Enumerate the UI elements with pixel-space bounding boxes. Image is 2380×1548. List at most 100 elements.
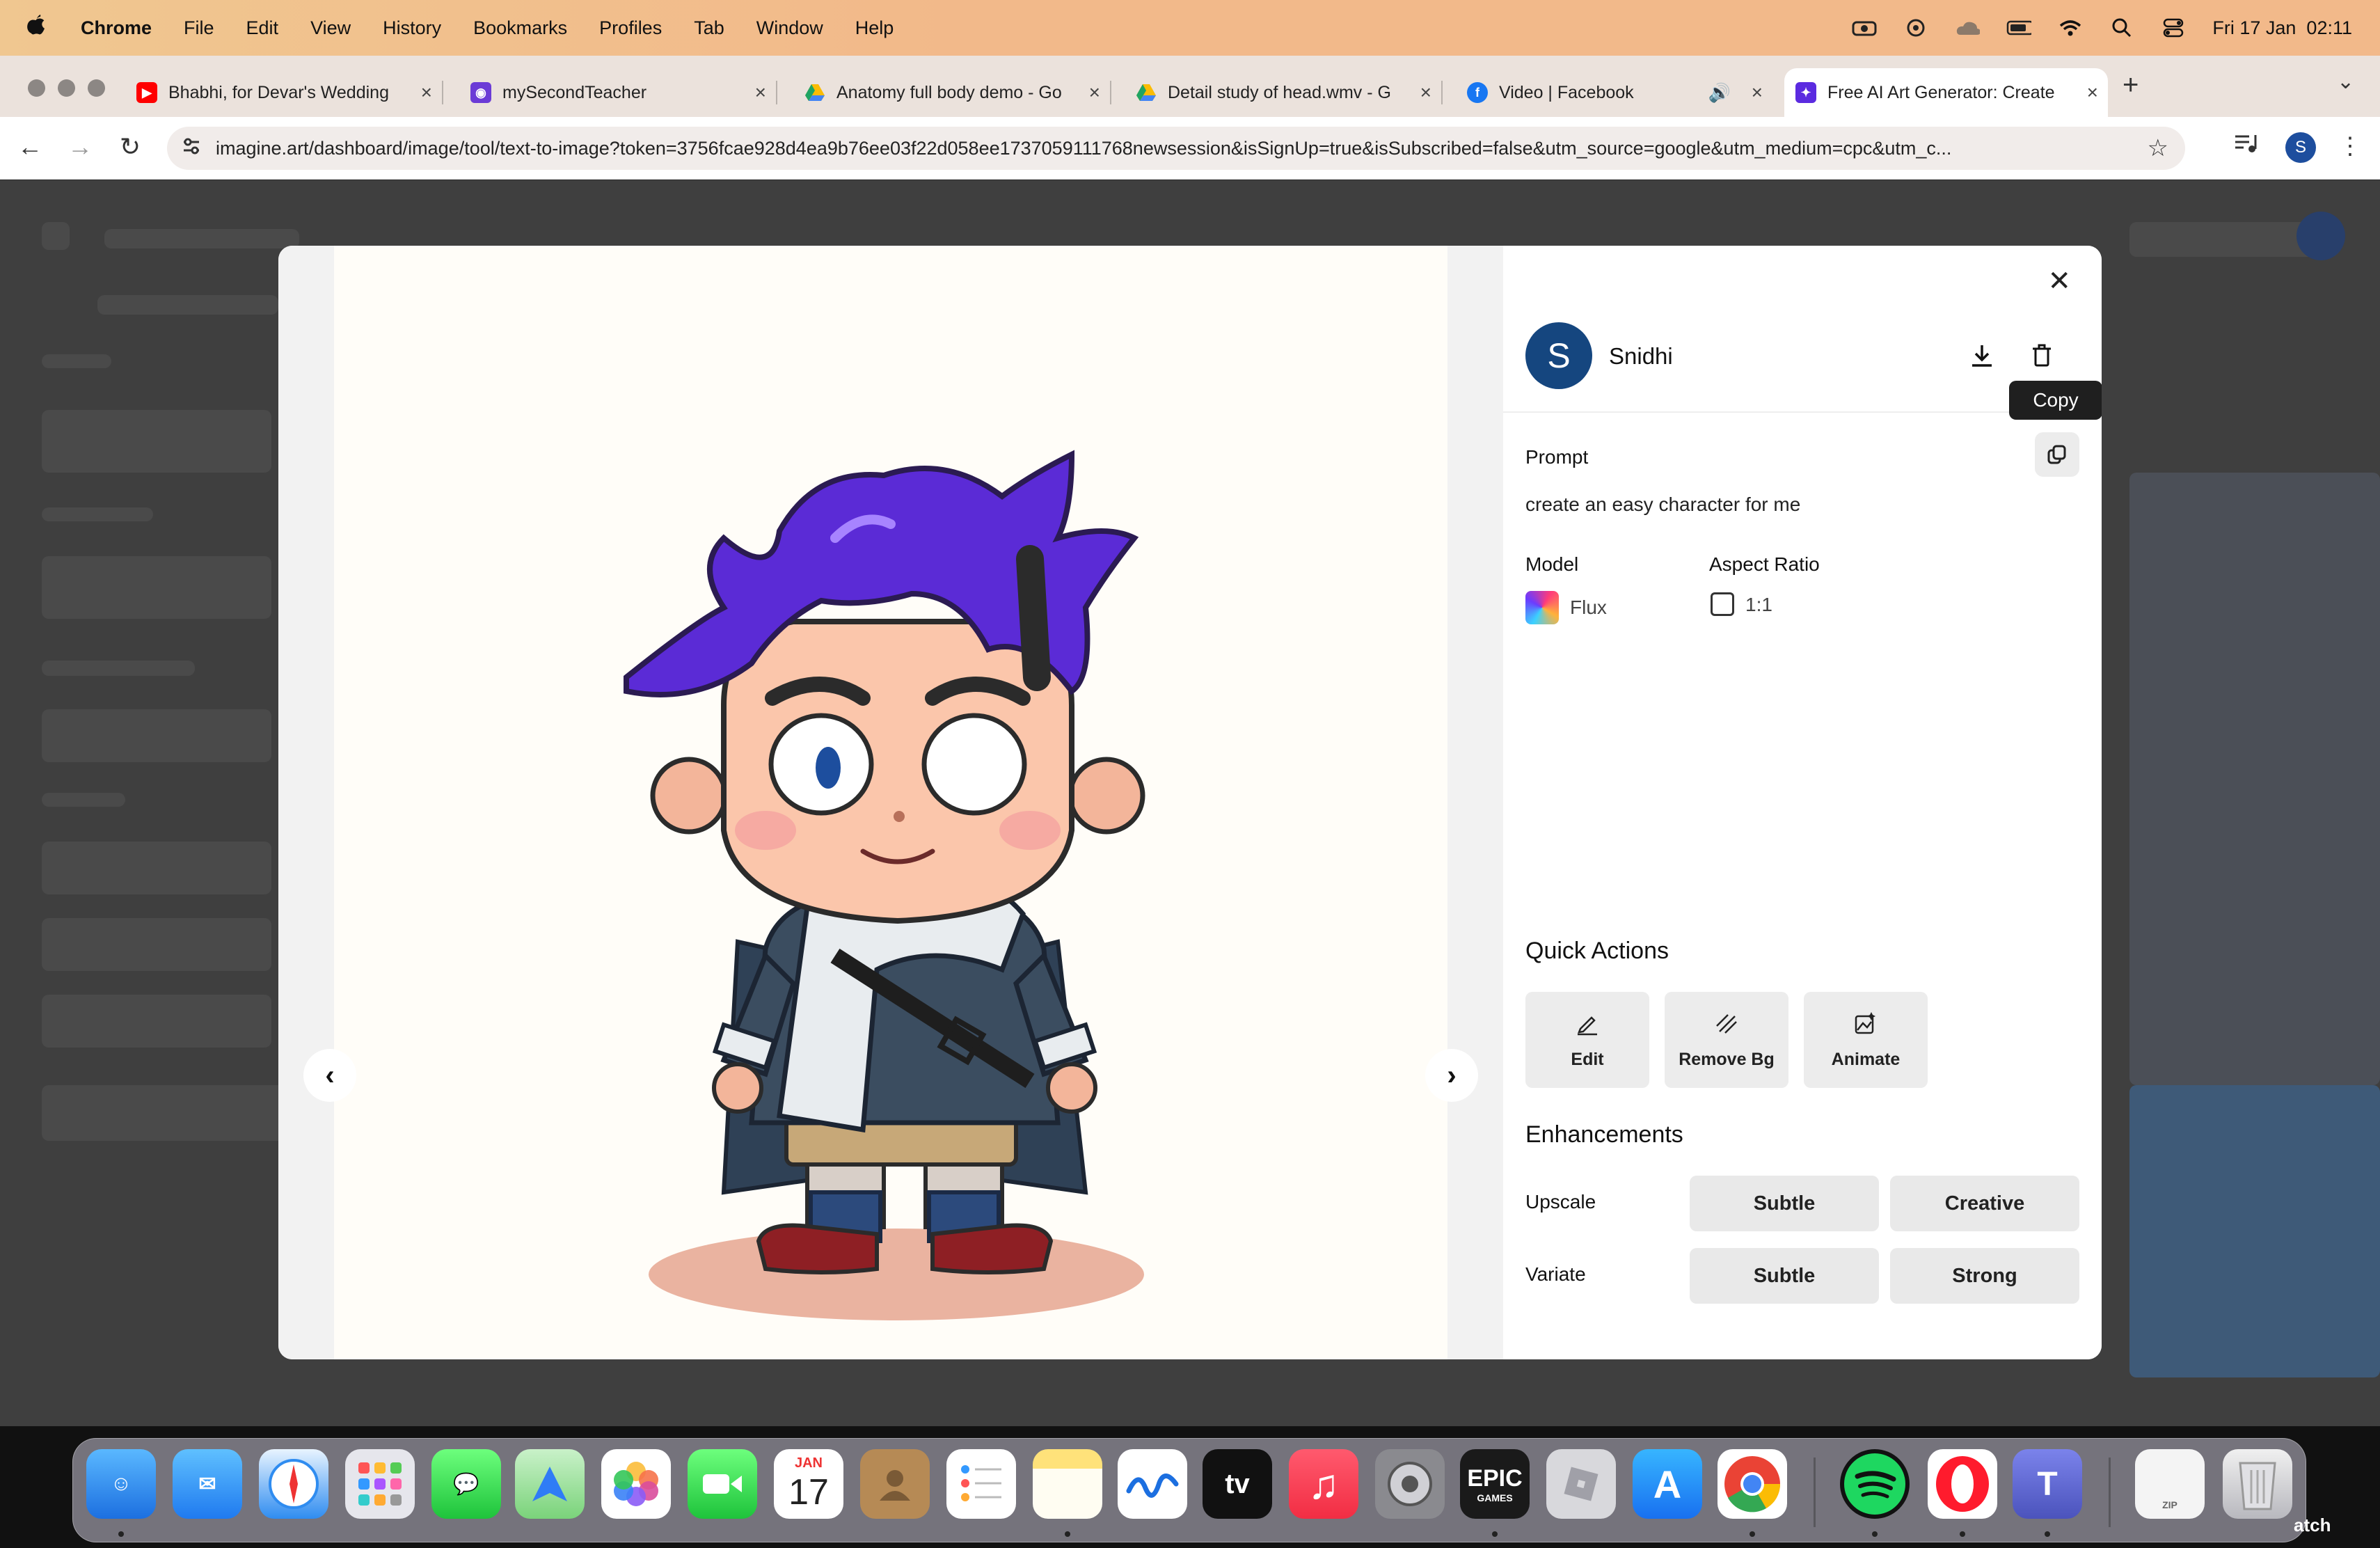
reminders-icon[interactable] xyxy=(946,1449,1016,1519)
reload-icon[interactable]: ↻ xyxy=(114,132,146,161)
menu-edit[interactable]: Edit xyxy=(246,17,279,39)
model-value: Flux xyxy=(1570,597,1607,618)
more-menu-icon[interactable]: ⋮ xyxy=(2338,132,2362,160)
wifi-icon[interactable] xyxy=(2058,17,2083,38)
close-tab-icon[interactable]: × xyxy=(1089,81,1100,104)
creative-cloud-icon[interactable] xyxy=(1903,17,1928,38)
launchpad-icon[interactable] xyxy=(345,1449,415,1519)
running-indicator xyxy=(1065,1531,1070,1537)
close-tab-icon[interactable]: × xyxy=(1420,81,1431,104)
upscale-label: Upscale xyxy=(1525,1191,1596,1213)
tab-mysecondteacher[interactable]: ◉ mySecondTeacher × xyxy=(459,68,777,117)
animate-button[interactable]: Animate xyxy=(1804,992,1928,1088)
media-controls-icon[interactable] xyxy=(2234,132,2259,160)
facetime-icon[interactable] xyxy=(688,1449,757,1519)
menu-view[interactable]: View xyxy=(310,17,351,39)
battery-icon[interactable] xyxy=(2006,17,2032,38)
previous-image-arrow-icon[interactable]: ‹ xyxy=(303,1049,356,1102)
speaker-icon[interactable]: 🔊 xyxy=(1708,82,1731,104)
menu-tab[interactable]: Tab xyxy=(694,17,724,39)
user-name: Snidhi xyxy=(1609,343,1673,369)
edit-button[interactable]: Edit xyxy=(1525,992,1649,1088)
remove-bg-button[interactable]: Remove Bg xyxy=(1665,992,1788,1088)
download-icon[interactable] xyxy=(1967,340,1997,371)
mail-icon[interactable]: ✉ xyxy=(173,1449,242,1519)
new-tab-button[interactable]: + xyxy=(2123,70,2139,101)
close-window-button[interactable] xyxy=(28,79,45,97)
teams-icon[interactable]: T xyxy=(2013,1449,2082,1519)
generated-image[interactable] xyxy=(334,246,1447,1359)
next-image-arrow-icon[interactable]: › xyxy=(1425,1049,1478,1102)
address-bar[interactable]: imagine.art/dashboard/image/tool/text-to… xyxy=(167,127,2185,170)
image-details-panel: ✕ S Snidhi Copy Prompt create an easy ch… xyxy=(1503,246,2102,1359)
menu-file[interactable]: File xyxy=(184,17,214,39)
close-tab-icon[interactable]: × xyxy=(755,81,766,104)
tab-search-chevron-icon[interactable]: ⌄ xyxy=(2337,70,2354,94)
opera-icon[interactable] xyxy=(1928,1449,1997,1519)
zoom-window-button[interactable] xyxy=(88,79,105,97)
remove-bg-label: Remove Bg xyxy=(1679,1049,1775,1069)
menu-bookmarks[interactable]: Bookmarks xyxy=(473,17,567,39)
back-arrow-icon[interactable]: ← xyxy=(14,132,46,161)
menu-clock[interactable]: Fri 17 Jan 02:11 xyxy=(2212,17,2352,39)
close-tab-icon[interactable]: × xyxy=(2087,81,2098,104)
music-icon[interactable]: ♫ xyxy=(1289,1449,1358,1519)
upscale-subtle-button[interactable]: Subtle xyxy=(1690,1176,1879,1231)
tab-youtube[interactable]: ▶ Bhabhi, for Devar's Wedding × xyxy=(125,68,443,117)
roblox-icon[interactable] xyxy=(1546,1449,1616,1519)
variate-subtle-button[interactable]: Subtle xyxy=(1690,1248,1879,1304)
tab-facebook[interactable]: f Video | Facebook 🔊 × xyxy=(1456,68,1772,117)
notes-icon[interactable] xyxy=(1033,1449,1102,1519)
bookmark-star-icon[interactable]: ☆ xyxy=(2148,134,2168,162)
copy-prompt-button[interactable] xyxy=(2035,432,2079,477)
apple-tv-icon[interactable]: tv xyxy=(1203,1449,1272,1519)
menu-history[interactable]: History xyxy=(383,17,441,39)
delete-trash-icon[interactable] xyxy=(2026,340,2057,371)
profile-avatar[interactable]: S xyxy=(2285,132,2316,163)
extension-status-icon[interactable] xyxy=(1852,17,1877,38)
tab-imagine-art[interactable]: ✦ Free AI Art Generator: Create × xyxy=(1784,68,2108,117)
minimize-window-button[interactable] xyxy=(58,79,75,97)
freeform-icon[interactable] xyxy=(1118,1449,1187,1519)
spotify-icon[interactable] xyxy=(1840,1449,1910,1519)
upscale-creative-button[interactable]: Creative xyxy=(1890,1176,2079,1231)
chrome-icon[interactable] xyxy=(1717,1449,1787,1519)
variate-strong-button[interactable]: Strong xyxy=(1890,1248,2079,1304)
url-text[interactable]: imagine.art/dashboard/image/tool/text-to… xyxy=(216,138,2150,159)
tab-strip: ▶ Bhabhi, for Devar's Wedding × ◉ mySeco… xyxy=(0,56,2380,117)
close-modal-icon[interactable]: ✕ xyxy=(2047,265,2071,297)
copy-tooltip: Copy xyxy=(2009,381,2102,420)
spotlight-search-icon[interactable] xyxy=(2109,17,2134,38)
close-tab-icon[interactable]: × xyxy=(421,81,432,104)
finder-icon[interactable]: ☺ xyxy=(86,1449,156,1519)
zip-archive-icon[interactable]: ZIP xyxy=(2135,1449,2205,1519)
cloud-icon[interactable] xyxy=(1955,17,1981,38)
menu-window[interactable]: Window xyxy=(756,17,823,39)
contacts-icon[interactable] xyxy=(860,1449,930,1519)
running-indicator xyxy=(1750,1531,1755,1537)
desktop-file-label[interactable]: atch xyxy=(2294,1515,2331,1536)
messages-icon[interactable]: 💬 xyxy=(431,1449,501,1519)
menu-profiles[interactable]: Profiles xyxy=(599,17,662,39)
forward-arrow-icon[interactable]: → xyxy=(64,132,96,161)
maps-icon[interactable] xyxy=(515,1449,585,1519)
google-drive-icon xyxy=(1136,82,1157,103)
control-center-icon[interactable] xyxy=(2161,17,2186,38)
apple-menu-icon[interactable] xyxy=(25,13,60,44)
tab-title: mySecondTeacher xyxy=(502,82,647,102)
trash-icon[interactable] xyxy=(2223,1449,2292,1519)
epic-games-icon[interactable]: EPIC GAMES xyxy=(1460,1449,1530,1519)
site-info-icon[interactable] xyxy=(181,136,209,161)
app-store-icon[interactable]: A xyxy=(1633,1449,1702,1519)
close-tab-icon[interactable]: × xyxy=(1752,81,1763,104)
aspect-ratio-label: Aspect Ratio xyxy=(1709,553,1820,575)
tab-anatomy-drive[interactable]: Anatomy full body demo - Go × xyxy=(793,68,1111,117)
browser-toolbar: ← → ↻ imagine.art/dashboard/image/tool/t… xyxy=(0,117,2380,180)
system-settings-icon[interactable] xyxy=(1375,1449,1445,1519)
menu-help[interactable]: Help xyxy=(855,17,894,39)
calendar-icon[interactable]: JAN 17 xyxy=(774,1449,843,1519)
safari-icon[interactable] xyxy=(259,1449,328,1519)
menu-app-name[interactable]: Chrome xyxy=(81,17,152,39)
tab-head-study-drive[interactable]: Detail study of head.wmv - G × xyxy=(1125,68,1443,117)
photos-icon[interactable] xyxy=(601,1449,671,1519)
